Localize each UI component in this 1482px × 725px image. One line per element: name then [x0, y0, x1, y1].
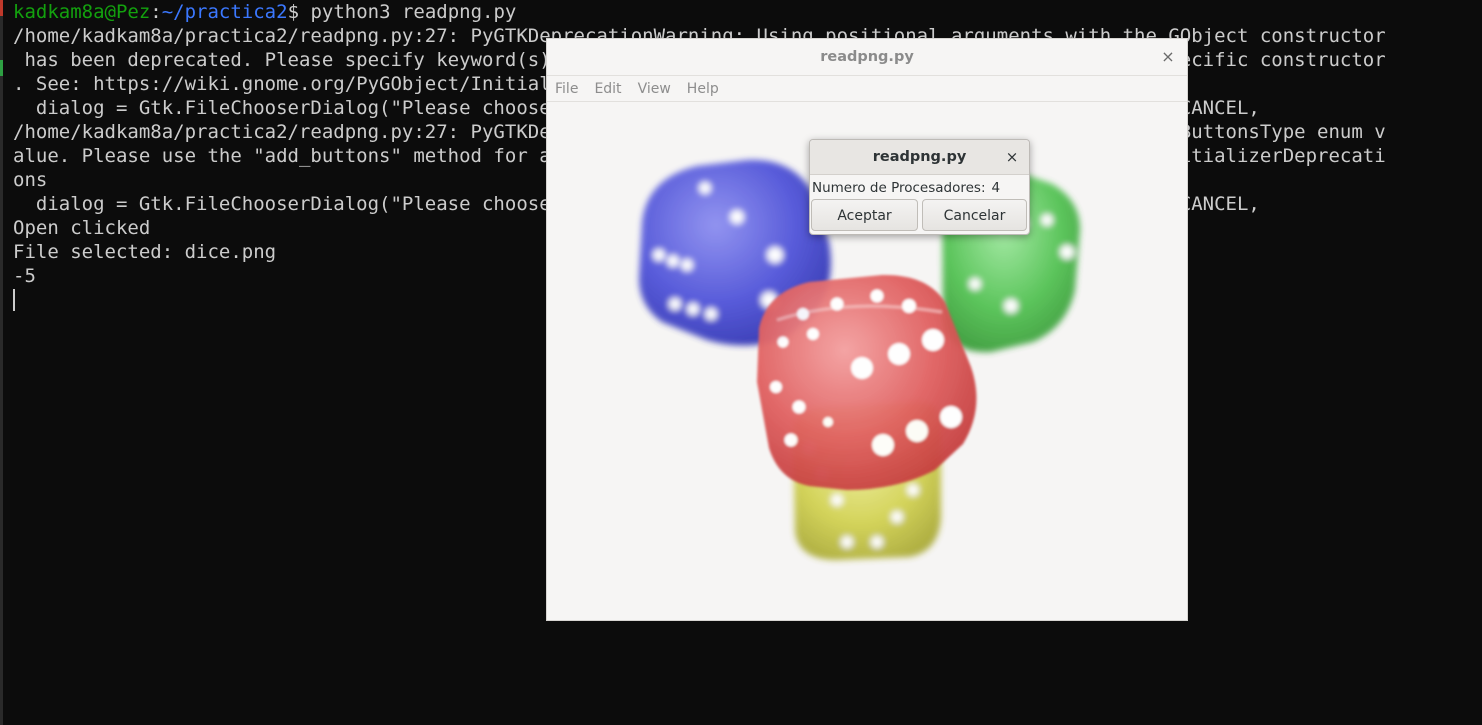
processors-dialog[interactable]: readpng.py × Numero de Procesadores: 4 Ac…	[809, 139, 1030, 235]
processors-label: Numero de Procesadores:	[812, 180, 986, 196]
readpng-window[interactable]: readpng.py × File Edit View Help	[547, 39, 1187, 620]
dialog-body: Numero de Procesadores: 4	[812, 178, 1027, 198]
processors-value: 4	[991, 180, 1001, 196]
window-close-icon[interactable]: ×	[1157, 46, 1179, 68]
terminal-output-line: Open clicked	[13, 217, 151, 239]
prompt-path: ~/practica2	[161, 1, 288, 23]
menu-file[interactable]: File	[547, 77, 586, 101]
terminal-output-line: -5	[13, 265, 36, 287]
prompt-command: $ python3 readpng.py	[287, 1, 517, 23]
prompt-separator: :	[150, 1, 162, 23]
terminal-output-line: File selected: dice.png	[13, 241, 277, 263]
dialog-title: readpng.py	[872, 149, 967, 165]
prompt-user-host: kadkam8a@Pez	[13, 1, 151, 23]
menu-edit[interactable]: Edit	[586, 77, 629, 101]
terminal-prompt-line: kadkam8a@Pez:~/practica2$ python3 readpn…	[13, 0, 516, 24]
accept-button[interactable]: Aceptar	[811, 199, 918, 231]
menu-view[interactable]: View	[630, 77, 679, 101]
terminal-output-line: ons	[13, 169, 48, 191]
cancel-button[interactable]: Cancelar	[922, 199, 1027, 231]
dialog-close-icon[interactable]: ×	[1001, 146, 1023, 168]
window-title: readpng.py	[820, 49, 914, 65]
window-titlebar[interactable]: readpng.py ×	[547, 39, 1187, 76]
menu-help[interactable]: Help	[679, 77, 727, 101]
dialog-titlebar[interactable]: readpng.py ×	[810, 140, 1029, 175]
terminal-edge-mark	[0, 60, 3, 76]
terminal-left-edge	[0, 0, 3, 725]
terminal-edge-mark	[0, 0, 3, 16]
red-die	[757, 274, 977, 490]
terminal-cursor	[13, 289, 15, 311]
menubar: File Edit View Help	[547, 76, 1187, 102]
